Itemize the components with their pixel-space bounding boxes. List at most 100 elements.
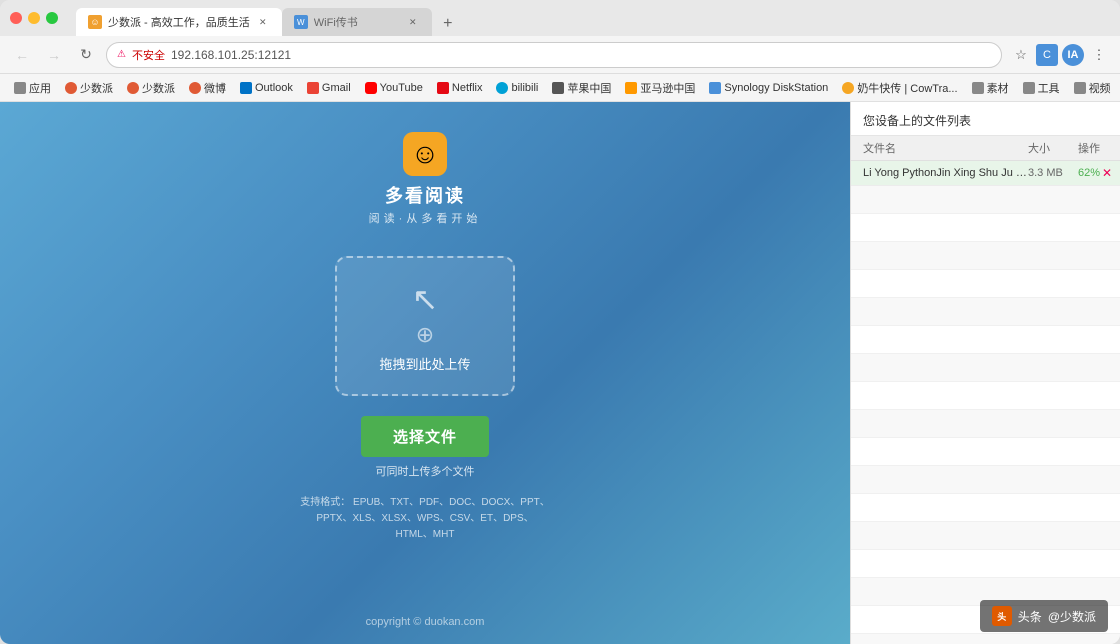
url-text[interactable]: 192.168.101.25:12121 (171, 48, 991, 62)
file-list: Li Yong PythonJin Xing Shu Ju Fen Xi (0'… (851, 161, 1120, 644)
bookmark-amazon[interactable]: 亚马逊中国 (619, 78, 701, 98)
upload-cursor-icon: ↖ (412, 280, 439, 318)
toolbar-icons: ☆ C IA ⋮ (1010, 44, 1110, 66)
file-row-empty (851, 466, 1120, 494)
col-header-name: 文件名 (863, 140, 1028, 156)
bookmark-apple[interactable]: 苹果中国 (546, 78, 617, 98)
select-file-button[interactable]: 选择文件 (361, 416, 489, 457)
watermark-logo: 头 (992, 606, 1012, 626)
file-row-empty (851, 354, 1120, 382)
col-header-action: 操作 (1078, 140, 1108, 156)
file-item-progress: 62% ✕ (1078, 166, 1108, 180)
tab-favicon-duokan: ☺ (88, 15, 102, 29)
bookmark-bilibili[interactable]: bilibili (490, 80, 544, 96)
back-button[interactable]: ← (10, 43, 34, 67)
extension-icon[interactable]: C (1036, 44, 1058, 66)
file-panel: 您设备上的文件列表 文件名 大小 操作 Li Yong PythonJin Xi… (850, 102, 1120, 644)
file-item-name: Li Yong PythonJin Xing Shu Ju Fen Xi (0'… (863, 167, 1028, 179)
duokan-upload-panel: ☺ 多看阅读 阅读·从多看开始 ↖ ⊕ 拖拽到此处上传 选择文件 可同时上传多个… (0, 102, 850, 644)
tab-active[interactable]: ☺ 少数派 - 高效工作，品质生活 ✕ (76, 8, 282, 36)
file-row-empty (851, 550, 1120, 578)
maximize-button[interactable] (46, 12, 58, 24)
bookmark-icon (972, 82, 984, 94)
bookmark-icon (709, 82, 721, 94)
watermark: 头 头条 @少数派 (980, 600, 1108, 632)
tab-wifi[interactable]: W WiFi传书 ✕ (282, 8, 432, 36)
bookmark-youtube[interactable]: YouTube (359, 80, 429, 96)
file-item: Li Yong PythonJin Xing Shu Ju Fen Xi (0'… (851, 161, 1120, 186)
format-list: EPUB、TXT、PDF、DOC、DOCX、PPT、 (353, 497, 550, 508)
bookmark-icon (437, 82, 449, 94)
browser-window: ☺ 少数派 - 高效工作，品质生活 ✕ W WiFi传书 ✕ + ← → ↻ ⚠… (0, 0, 1120, 644)
security-icon: ⚠ (117, 49, 126, 60)
file-row-empty (851, 438, 1120, 466)
toolbar: ← → ↻ ⚠ 不安全 192.168.101.25:12121 ☆ C IA … (0, 36, 1120, 74)
file-row-empty (851, 522, 1120, 550)
bookmark-gmail[interactable]: Gmail (301, 80, 357, 96)
drag-upload-label: 拖拽到此处上传 (379, 354, 470, 373)
tab-close-active[interactable]: ✕ (256, 15, 270, 29)
tab-favicon-wifi: W (294, 15, 308, 29)
bookmark-icon[interactable]: ☆ (1010, 44, 1032, 66)
bookmark-icon (1023, 82, 1035, 94)
file-row-empty (851, 298, 1120, 326)
file-row-empty (851, 270, 1120, 298)
bookmark-weibo[interactable]: 微博 (183, 78, 232, 98)
title-bar: ☺ 少数派 - 高效工作，品质生活 ✕ W WiFi传书 ✕ + (0, 0, 1120, 36)
file-row-empty (851, 242, 1120, 270)
address-bar[interactable]: ⚠ 不安全 192.168.101.25:12121 (106, 42, 1002, 68)
tab-title-active: 少数派 - 高效工作，品质生活 (108, 14, 250, 30)
new-tab-button[interactable]: + (436, 12, 460, 36)
traffic-lights (10, 12, 58, 24)
file-row-empty (851, 494, 1120, 522)
bookmark-shaosupai1[interactable]: 少数派 (59, 78, 119, 98)
bookmark-icon (307, 82, 319, 94)
copyright-text: copyright © duokan.com (366, 616, 485, 628)
refresh-button[interactable]: ↻ (74, 43, 98, 67)
bookmark-icon (127, 82, 139, 94)
bookmark-icon (365, 82, 377, 94)
tab-title-wifi: WiFi传书 (314, 14, 400, 30)
watermark-account: @少数派 (1048, 608, 1096, 625)
menu-icon[interactable]: ⋮ (1088, 44, 1110, 66)
watermark-platform: 头条 (1018, 608, 1042, 625)
bookmark-netflix[interactable]: Netflix (431, 80, 489, 96)
col-header-size: 大小 (1028, 140, 1078, 156)
file-panel-header: 您设备上的文件列表 (851, 102, 1120, 136)
bookmarks-bar: 应用 少数派 少数派 微博 Outlook Gmail YouTube Net (0, 74, 1120, 102)
file-cancel-button[interactable]: ✕ (1102, 166, 1112, 180)
bookmark-synology[interactable]: Synology DiskStation (703, 80, 834, 96)
file-row-empty (851, 382, 1120, 410)
drag-drop-area[interactable]: ↖ ⊕ 拖拽到此处上传 (335, 256, 515, 396)
duokan-logo: ☺ 多看阅读 阅读·从多看开始 (369, 132, 482, 226)
close-button[interactable] (10, 12, 22, 24)
file-row-empty (851, 326, 1120, 354)
file-row-empty (851, 186, 1120, 214)
file-row-empty (851, 634, 1120, 644)
profile-icon[interactable]: IA (1062, 44, 1084, 66)
bookmark-cowtransfer[interactable]: 奶牛快传 | CowTra... (836, 78, 963, 98)
file-table-header: 文件名 大小 操作 (851, 136, 1120, 161)
bookmark-outlook[interactable]: Outlook (234, 80, 299, 96)
bookmark-sucai[interactable]: 素材 (966, 78, 1015, 98)
forward-button[interactable]: → (42, 43, 66, 67)
duokan-smiley-icon: ☺ (411, 138, 440, 170)
upload-plus-icon: ⊕ (416, 322, 434, 348)
duokan-logo-sub: 阅读·从多看开始 (369, 210, 482, 226)
bookmark-shaosupai2[interactable]: 少数派 (121, 78, 181, 98)
minimize-button[interactable] (28, 12, 40, 24)
bookmark-icon (65, 82, 77, 94)
security-label: 不安全 (132, 47, 165, 63)
bookmark-icon (496, 82, 508, 94)
select-file-sub: 可同时上传多个文件 (376, 463, 475, 479)
bookmark-apps[interactable]: 应用 (8, 78, 57, 98)
main-content: ☺ 多看阅读 阅读·从多看开始 ↖ ⊕ 拖拽到此处上传 选择文件 可同时上传多个… (0, 102, 1120, 644)
bookmark-icon (240, 82, 252, 94)
duokan-logo-icon: ☺ (403, 132, 447, 176)
bookmark-tools[interactable]: 工具 (1017, 78, 1066, 98)
bookmark-video[interactable]: 视频 (1068, 78, 1117, 98)
format-list-2: PPTX、XLS、XLSX、WPS、CSV、ET、DPS、 (316, 513, 533, 524)
bookmark-icon (189, 82, 201, 94)
tab-close-wifi[interactable]: ✕ (406, 15, 420, 29)
bookmark-icon (625, 82, 637, 94)
